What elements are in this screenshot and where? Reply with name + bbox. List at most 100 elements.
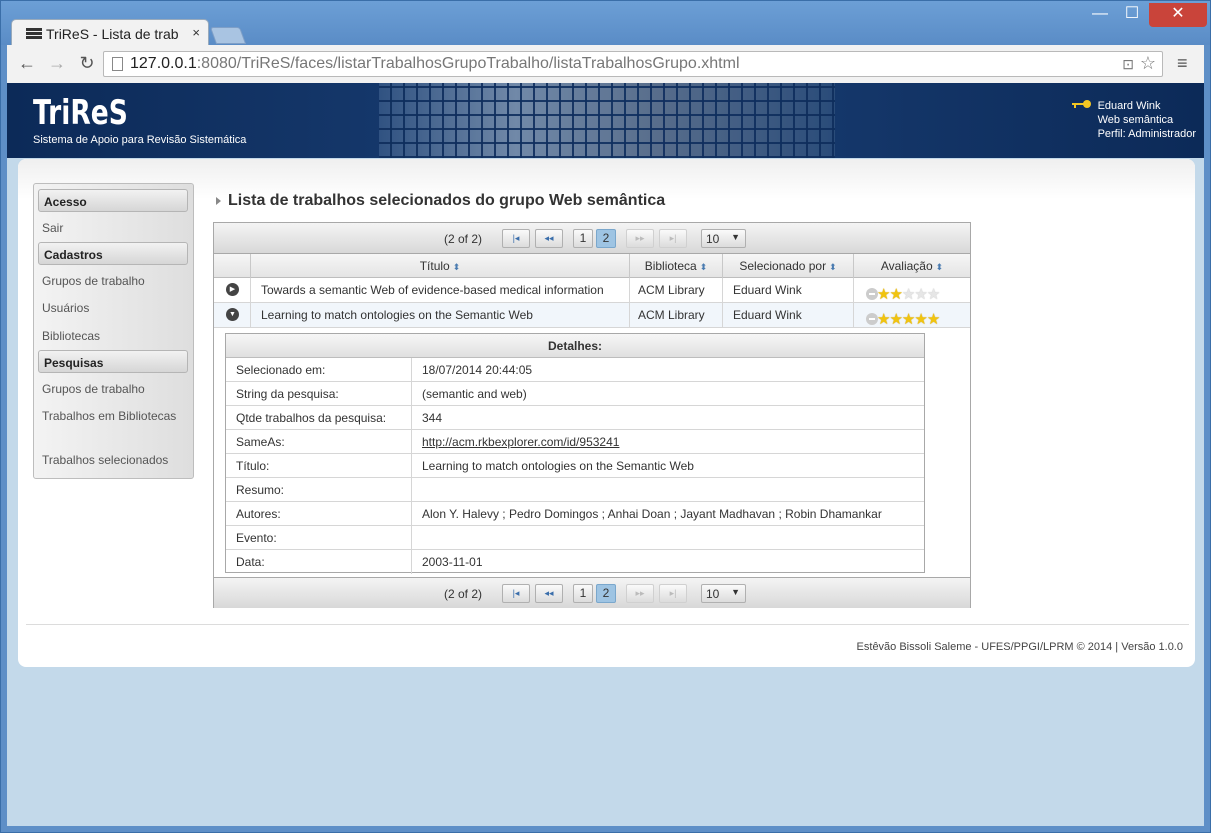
column-titulo[interactable]: Título ⬍ bbox=[250, 254, 629, 278]
star-icon[interactable]: ★ bbox=[889, 311, 902, 327]
bookmark-star-icon[interactable]: ☆ bbox=[1140, 53, 1156, 74]
sameas-link[interactable]: http://acm.rkbexplorer.com/id/953241 bbox=[422, 435, 619, 449]
rows-per-page-select[interactable]: 10 ▼ bbox=[701, 229, 746, 248]
detail-label: Selecionado em: bbox=[236, 363, 326, 377]
sidebar-section-cadastros[interactable]: Cadastros bbox=[38, 242, 188, 265]
detail-row-selecionado-em: Selecionado em: 18/07/2014 20:44:05 bbox=[226, 358, 924, 382]
star-icon[interactable]: ★ bbox=[927, 311, 940, 327]
chevron-down-icon: ▼ bbox=[731, 587, 740, 597]
sidebar-item-usuarios[interactable]: Usuários bbox=[42, 300, 190, 316]
row-rating-cell: ★★★★★ bbox=[853, 303, 970, 327]
rows-per-page-select[interactable]: 10 ▼ bbox=[701, 584, 746, 603]
tab-close-icon[interactable]: × bbox=[192, 25, 200, 40]
column-titulo-label: Título bbox=[419, 259, 450, 273]
url-path: :8080/TriReS/faces/listarTrabalhosGrupoT… bbox=[196, 55, 740, 72]
next-page-button[interactable]: ▸▸ bbox=[626, 584, 654, 603]
cancel-rating-icon[interactable] bbox=[866, 312, 878, 325]
rating-stars[interactable]: ★★★★★ bbox=[866, 282, 940, 302]
title-arrow-icon bbox=[216, 197, 221, 205]
browser-tab-active[interactable]: TriReS - Lista de trab × bbox=[11, 19, 209, 46]
prev-page-button[interactable]: ◂◂ bbox=[535, 229, 563, 248]
trires-favicon-icon bbox=[26, 28, 42, 39]
collapse-row-icon[interactable]: ▼ bbox=[226, 308, 239, 321]
row-library: ACM Library bbox=[629, 303, 722, 327]
app-header: TriReS Sistema de Apoio para Revisão Sis… bbox=[7, 83, 1204, 158]
reload-icon[interactable]: ↻ bbox=[75, 53, 99, 74]
url-text[interactable]: 127.0.0.1:8080/TriReS/faces/listarTrabal… bbox=[130, 55, 740, 73]
cancel-rating-icon[interactable] bbox=[866, 287, 878, 300]
minimize-button[interactable]: — bbox=[1085, 3, 1115, 27]
next-page-button[interactable]: ▸▸ bbox=[626, 229, 654, 248]
star-icon[interactable]: ★ bbox=[914, 286, 927, 302]
logo-subtitle: Sistema de Apoio para Revisão Sistemátic… bbox=[33, 134, 247, 146]
detail-label: Data: bbox=[236, 555, 265, 569]
row-details-panel: Detalhes: Selecionado em: 18/07/2014 20:4… bbox=[225, 333, 925, 574]
detail-value: Alon Y. Halevy ; Pedro Domingos ; Anhai … bbox=[422, 507, 882, 521]
star-icon[interactable]: ★ bbox=[889, 286, 902, 302]
footer-divider bbox=[26, 624, 1189, 625]
row-title: Towards a semantic Web of evidence-based… bbox=[250, 278, 629, 302]
paginator-status: (2 of 2) bbox=[444, 232, 483, 246]
detail-row-titulo: Título: Learning to match ontologies on t… bbox=[226, 454, 924, 478]
detail-value: 344 bbox=[422, 411, 443, 425]
detail-label: SameAs: bbox=[236, 435, 285, 449]
table-header: Título ⬍ Biblioteca ⬍ Selecionado por ⬍ Ava… bbox=[214, 254, 970, 278]
last-page-button[interactable]: ▸| bbox=[659, 229, 687, 248]
column-avaliacao[interactable]: Avaliação ⬍ bbox=[853, 254, 970, 278]
translate-icon[interactable]: ⊡ bbox=[1122, 56, 1134, 73]
column-biblioteca[interactable]: Biblioteca ⬍ bbox=[629, 254, 722, 278]
user-group: Web semântica bbox=[1097, 114, 1174, 126]
address-bar[interactable]: 127.0.0.1:8080/TriReS/faces/listarTrabal… bbox=[103, 51, 1163, 77]
page-1-button[interactable]: 1 bbox=[573, 584, 593, 603]
row-rating-cell: ★★★★★ bbox=[853, 278, 970, 302]
paginator-status: (2 of 2) bbox=[444, 587, 483, 601]
forward-arrow-icon[interactable]: → bbox=[45, 53, 69, 74]
page-2-button[interactable]: 2 bbox=[596, 229, 616, 248]
paginator-top: (2 of 2) |◂ ◂◂ 1 2 ▸▸ ▸| 10 ▼ bbox=[214, 223, 970, 254]
works-datatable: (2 of 2) |◂ ◂◂ 1 2 ▸▸ ▸| 10 ▼ Título ⬍ Bib… bbox=[213, 222, 971, 608]
table-row[interactable]: ▼ Learning to match ontologies on the Se… bbox=[214, 303, 970, 328]
detail-label: Evento: bbox=[236, 531, 277, 545]
detail-label: Qtde trabalhos da pesquisa: bbox=[236, 411, 387, 425]
sidebar-item-sair[interactable]: Sair bbox=[42, 220, 190, 236]
sidebar-item-grupos-de-trabalho[interactable]: Grupos de trabalho bbox=[42, 273, 190, 289]
sidebar-item-pesquisa-grupos[interactable]: Grupos de trabalho bbox=[42, 381, 190, 397]
back-arrow-icon[interactable]: ← bbox=[15, 53, 39, 74]
paginator-bottom: (2 of 2) |◂ ◂◂ 1 2 ▸▸ ▸| 10 ▼ bbox=[214, 577, 970, 608]
last-page-button[interactable]: ▸| bbox=[659, 584, 687, 603]
table-row[interactable]: ▶ Towards a semantic Web of evidence-bas… bbox=[214, 278, 970, 303]
sidebar-section-pesquisas[interactable]: Pesquisas bbox=[38, 350, 188, 373]
details-header: Detalhes: bbox=[226, 334, 924, 358]
first-page-button[interactable]: |◂ bbox=[502, 229, 530, 248]
first-page-button[interactable]: |◂ bbox=[502, 584, 530, 603]
star-icon[interactable]: ★ bbox=[914, 311, 927, 327]
detail-value: 18/07/2014 20:44:05 bbox=[422, 363, 533, 377]
browser-menu-icon[interactable]: ≡ bbox=[1177, 53, 1188, 74]
page-2-button[interactable]: 2 bbox=[596, 584, 616, 603]
detail-value: (semantic and web) bbox=[422, 387, 527, 401]
sidebar-item-trabalhos-bibliotecas[interactable]: Trabalhos em Bibliotecas bbox=[42, 408, 190, 424]
sidebar-item-bibliotecas[interactable]: Bibliotecas bbox=[42, 328, 190, 344]
prev-page-button[interactable]: ◂◂ bbox=[535, 584, 563, 603]
star-icon[interactable]: ★ bbox=[927, 286, 940, 302]
content-panel: Acesso Sair Cadastros Grupos de trabalho… bbox=[18, 159, 1195, 667]
user-name: Eduard Wink bbox=[1097, 100, 1161, 112]
row-selected-by: Eduard Wink bbox=[722, 303, 853, 327]
expand-row-icon[interactable]: ▶ bbox=[226, 283, 239, 296]
detail-row-data: Data: 2003-11-01 bbox=[226, 550, 924, 574]
column-selecionado-por[interactable]: Selecionado por ⬍ bbox=[722, 254, 853, 278]
detail-label: Título: bbox=[236, 459, 270, 473]
page-1-button[interactable]: 1 bbox=[573, 229, 593, 248]
row-title: Learning to match ontologies on the Sema… bbox=[250, 303, 629, 327]
maximize-button[interactable]: ☐ bbox=[1117, 3, 1147, 27]
sidebar-item-trabalhos-selecionados[interactable]: Trabalhos selecionados bbox=[42, 452, 190, 468]
close-window-button[interactable]: ✕ bbox=[1149, 3, 1207, 27]
rating-stars[interactable]: ★★★★★ bbox=[866, 307, 940, 327]
row-library: ACM Library bbox=[629, 278, 722, 302]
detail-row-autores: Autores: Alon Y. Halevy ; Pedro Domingos … bbox=[226, 502, 924, 526]
rows-per-page-value: 10 bbox=[706, 232, 720, 246]
detail-value: 2003-11-01 bbox=[422, 555, 483, 569]
sidebar-section-acesso[interactable]: Acesso bbox=[38, 189, 188, 212]
column-biblioteca-label: Biblioteca bbox=[644, 259, 697, 273]
new-tab-button[interactable] bbox=[209, 27, 247, 44]
